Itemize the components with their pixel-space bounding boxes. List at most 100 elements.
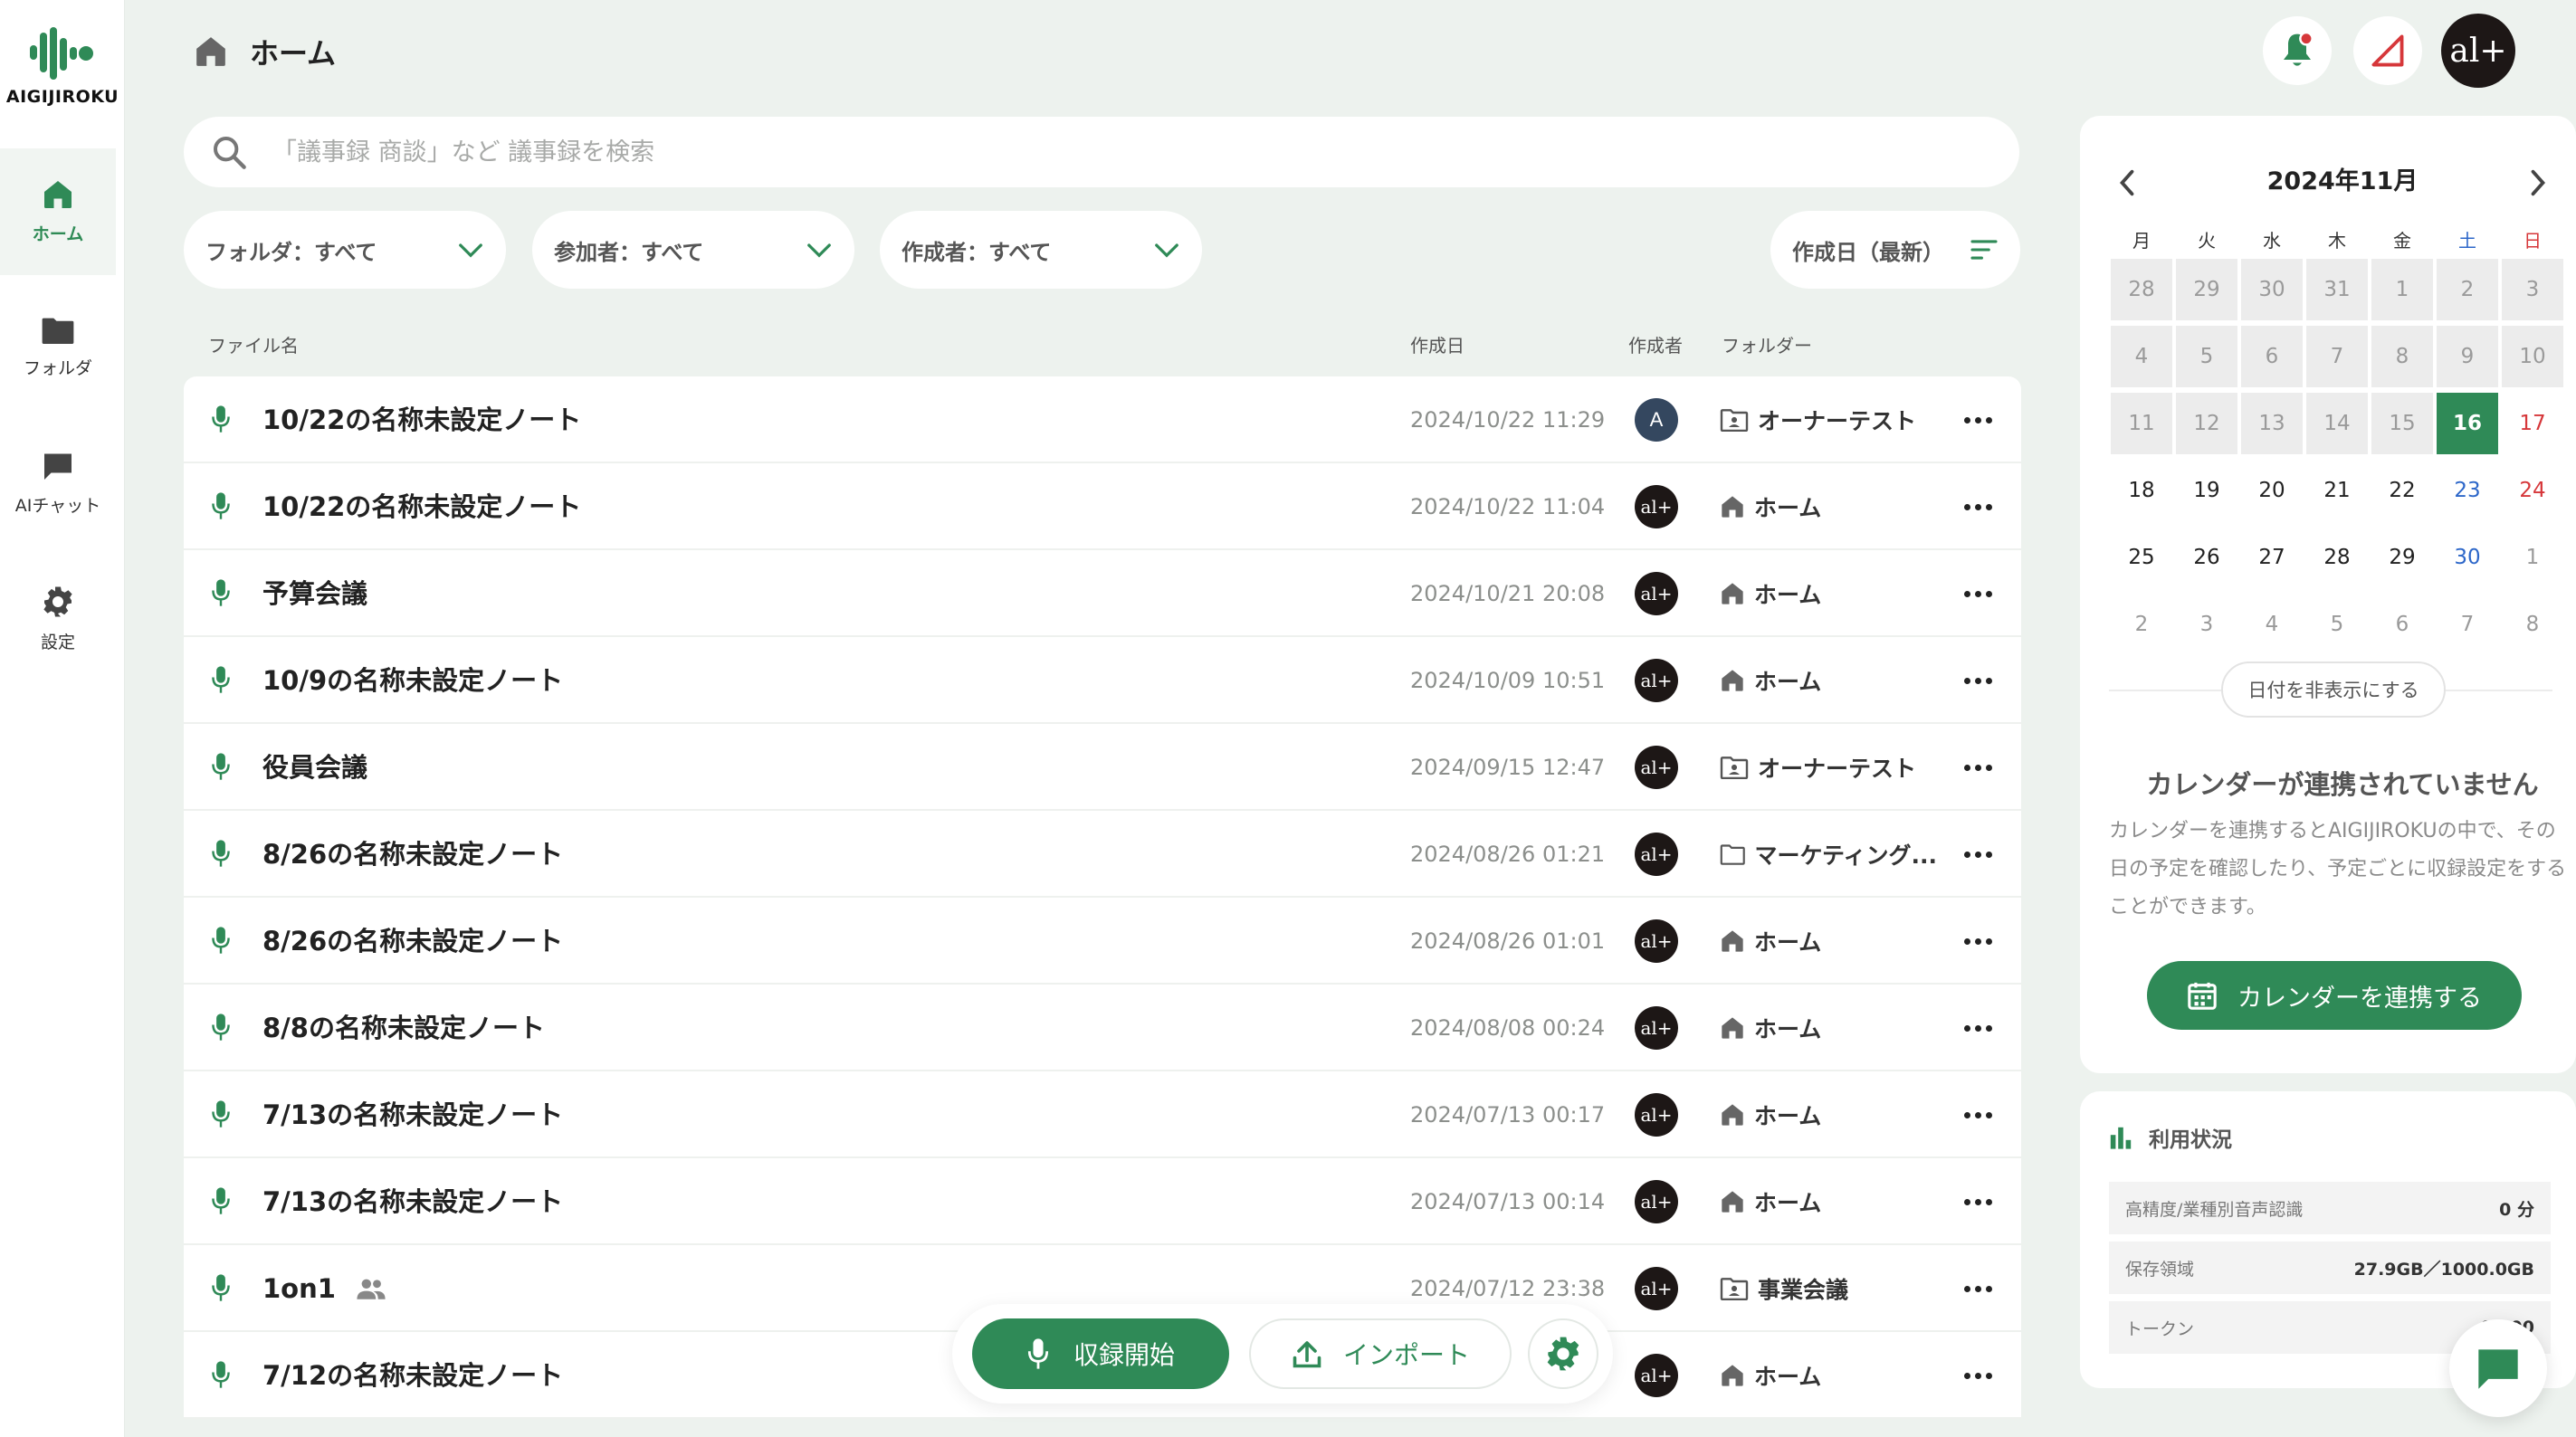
calendar-day[interactable]: 31 (2306, 259, 2368, 320)
table-row[interactable]: 8/26の名称未設定ノート 2024/08/26 01:21 al+ マーケティング.… (184, 811, 2021, 898)
calendar-day[interactable]: 1 (2371, 259, 2433, 320)
sidebar-item-home[interactable]: ホーム (0, 148, 116, 275)
calendar-day[interactable]: 6 (2241, 326, 2303, 387)
calendar-day[interactable]: 7 (2437, 594, 2498, 655)
folder-cell[interactable]: ホーム (1720, 550, 1937, 637)
creator-filter-select[interactable]: 作成者：すべて (880, 211, 1202, 289)
calendar-day-today[interactable]: 16 (2437, 393, 2498, 454)
table-row[interactable]: 10/9の名称未設定ノート 2024/10/09 10:51 al+ ホーム (184, 637, 2021, 724)
calendar-day[interactable]: 29 (2176, 259, 2237, 320)
notifications-button[interactable] (2263, 16, 2332, 85)
calendar-day[interactable]: 15 (2371, 393, 2433, 454)
calendar-day[interactable]: 2 (2111, 594, 2172, 655)
calendar-day[interactable]: 19 (2176, 460, 2237, 521)
folder-cell[interactable]: オーナーテスト (1720, 724, 1937, 811)
folder-cell[interactable]: ホーム (1720, 1158, 1937, 1245)
table-row[interactable]: 7/13の名称未設定ノート 2024/07/13 00:17 al+ ホーム (184, 1071, 2021, 1158)
calendar-day[interactable]: 27 (2241, 527, 2303, 588)
calendar-day[interactable]: 12 (2176, 393, 2237, 454)
calendar-day[interactable]: 1 (2502, 527, 2563, 588)
calendar-day[interactable]: 8 (2502, 594, 2563, 655)
folder-cell[interactable]: ホーム (1720, 898, 1937, 985)
column-header-name[interactable]: ファイル名 (208, 331, 299, 357)
calendar-day[interactable]: 30 (2437, 527, 2498, 588)
more-options-button[interactable] (1958, 1099, 1998, 1131)
more-options-button[interactable] (1958, 925, 1998, 957)
folder-cell[interactable]: マーケティング... (1720, 811, 1937, 898)
folder-cell[interactable]: オーナーテスト (1720, 376, 1937, 463)
calendar-day[interactable]: 17 (2502, 393, 2563, 454)
table-row[interactable]: 7/13の名称未設定ノート 2024/07/13 00:14 al+ ホーム (184, 1158, 2021, 1245)
calendar-day[interactable]: 8 (2371, 326, 2433, 387)
calendar-day[interactable]: 26 (2176, 527, 2237, 588)
table-row[interactable]: 10/22の名称未設定ノート 2024/10/22 11:04 al+ ホーム (184, 463, 2021, 550)
more-options-button[interactable] (1958, 1185, 1998, 1218)
folder-cell[interactable]: ホーム (1720, 1332, 1937, 1419)
search-input[interactable] (272, 138, 1902, 167)
calendar-day[interactable]: 2 (2437, 259, 2498, 320)
calendar-day[interactable]: 14 (2306, 393, 2368, 454)
calendar-day[interactable]: 7 (2306, 326, 2368, 387)
import-button[interactable]: インポート (1249, 1318, 1512, 1389)
calendar-day[interactable]: 29 (2371, 527, 2433, 588)
calendar-day[interactable]: 23 (2437, 460, 2498, 521)
sidebar-item-ai-chat[interactable]: AIチャット (0, 420, 116, 547)
folder-cell[interactable]: ホーム (1720, 985, 1937, 1071)
calendar-day[interactable]: 30 (2241, 259, 2303, 320)
next-month-button[interactable] (2518, 163, 2558, 203)
more-options-button[interactable] (1958, 664, 1998, 697)
calendar-day[interactable]: 10 (2502, 326, 2563, 387)
calendar-day[interactable]: 5 (2176, 326, 2237, 387)
sort-select[interactable]: 作成日（最新） (1770, 211, 2020, 289)
calendar-day[interactable]: 13 (2241, 393, 2303, 454)
more-options-button[interactable] (1958, 838, 1998, 871)
hide-dates-button[interactable]: 日付を非表示にする (2221, 661, 2446, 718)
folder-cell[interactable]: ホーム (1720, 637, 1937, 724)
calendar-day[interactable]: 11 (2111, 393, 2172, 454)
calendar-day[interactable]: 9 (2437, 326, 2498, 387)
start-recording-button[interactable]: 収録開始 (972, 1318, 1229, 1389)
calendar-day[interactable]: 21 (2306, 460, 2368, 521)
app-logo[interactable]: AIGIJIROKU (0, 25, 125, 107)
table-row[interactable]: 8/26の名称未設定ノート 2024/08/26 01:01 al+ ホーム (184, 898, 2021, 985)
table-row[interactable]: 8/8の名称未設定ノート 2024/08/08 00:24 al+ ホーム (184, 985, 2021, 1071)
more-options-button[interactable] (1958, 1359, 1998, 1392)
calendar-day[interactable]: 5 (2306, 594, 2368, 655)
more-options-button[interactable] (1958, 577, 1998, 610)
more-options-button[interactable] (1958, 1012, 1998, 1044)
support-chat-button[interactable] (2449, 1319, 2547, 1417)
calendar-day[interactable]: 6 (2371, 594, 2433, 655)
alert-button[interactable] (2353, 16, 2422, 85)
sidebar-item-settings[interactable]: 設定 (0, 556, 116, 682)
participants-filter-select[interactable]: 参加者：すべて (532, 211, 854, 289)
calendar-day[interactable]: 28 (2111, 259, 2172, 320)
column-header-date[interactable]: 作成日 (1410, 331, 1465, 357)
calendar-day[interactable]: 3 (2176, 594, 2237, 655)
folder-cell[interactable]: 事業会議 (1720, 1245, 1937, 1332)
more-options-button[interactable] (1958, 1272, 1998, 1305)
more-options-button[interactable] (1958, 404, 1998, 436)
dot (1963, 851, 1970, 858)
warning-triangle-icon (2371, 34, 2404, 67)
calendar-day[interactable]: 28 (2306, 527, 2368, 588)
calendar-day[interactable]: 4 (2241, 594, 2303, 655)
more-options-button[interactable] (1958, 751, 1998, 784)
table-row[interactable]: 10/22の名称未設定ノート 2024/10/22 11:29 A オーナーテスト (184, 376, 2021, 463)
folder-filter-select[interactable]: フォルダ：すべて (184, 211, 506, 289)
connect-calendar-button[interactable]: カレンダーを連携する (2147, 961, 2522, 1030)
folder-cell[interactable]: ホーム (1720, 1071, 1937, 1158)
calendar-day[interactable]: 20 (2241, 460, 2303, 521)
user-avatar[interactable]: al+ (2441, 14, 2515, 88)
table-row[interactable]: 予算会議 2024/10/21 20:08 al+ ホーム (184, 550, 2021, 637)
table-row[interactable]: 役員会議 2024/09/15 12:47 al+ オーナーテスト (184, 724, 2021, 811)
calendar-day[interactable]: 22 (2371, 460, 2433, 521)
calendar-day[interactable]: 18 (2111, 460, 2172, 521)
sidebar-item-folder[interactable]: フォルダ (0, 284, 116, 411)
calendar-day[interactable]: 4 (2111, 326, 2172, 387)
calendar-day[interactable]: 25 (2111, 527, 2172, 588)
calendar-day[interactable]: 24 (2502, 460, 2563, 521)
recording-settings-button[interactable] (1528, 1318, 1598, 1389)
calendar-day[interactable]: 3 (2502, 259, 2563, 320)
folder-cell[interactable]: ホーム (1720, 463, 1937, 550)
more-options-button[interactable] (1958, 490, 1998, 523)
